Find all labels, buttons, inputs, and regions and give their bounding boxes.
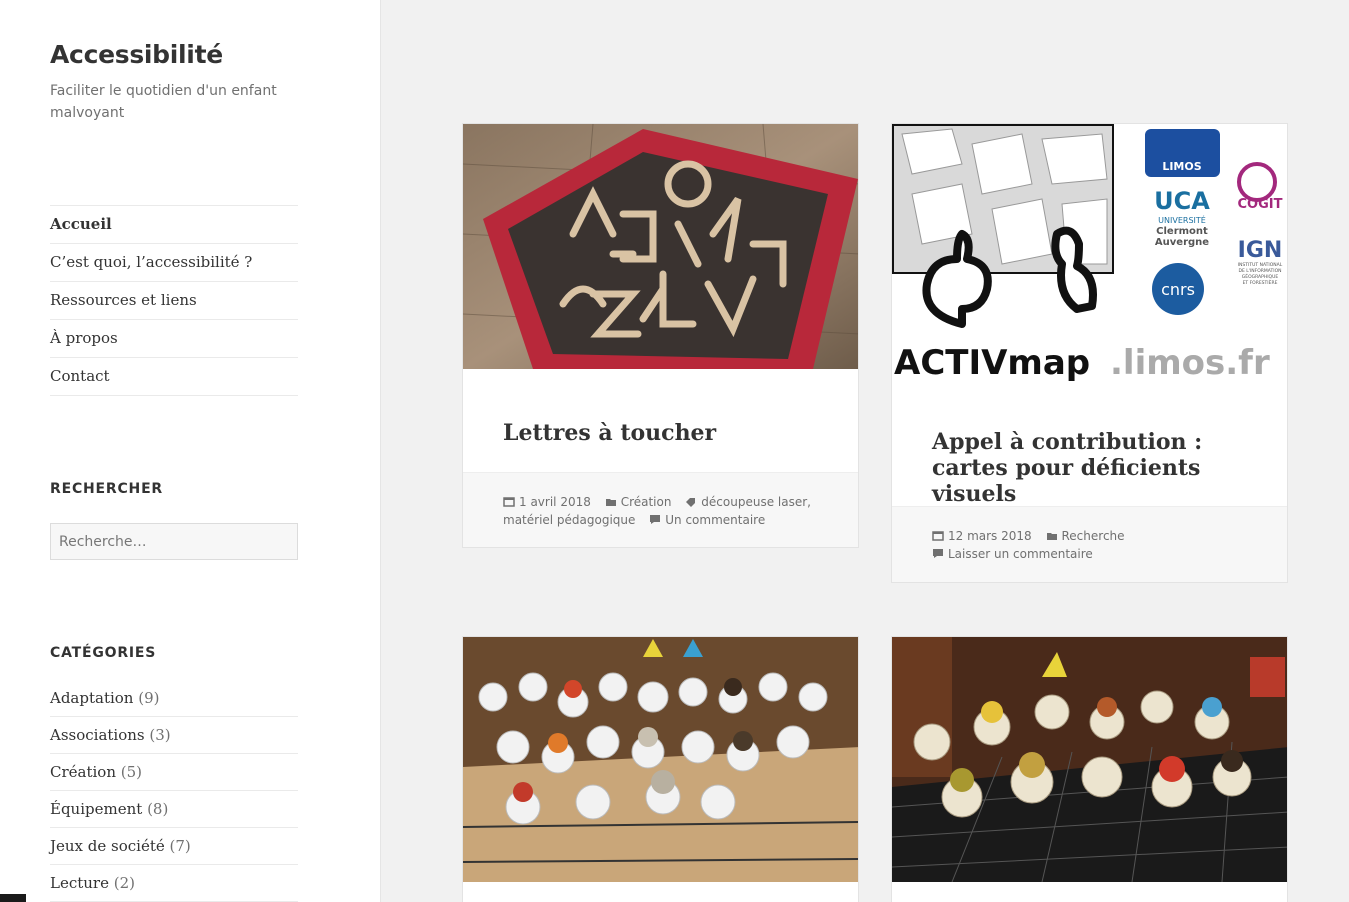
calendar-icon (932, 528, 944, 541)
category-count: (9) (138, 689, 160, 707)
post-tag[interactable]: matériel pédagogique (503, 513, 635, 527)
sidebar: Accessibilité Faciliter le quotidien d'u… (0, 0, 381, 902)
post-card (891, 636, 1288, 902)
category-count: (2) (113, 874, 136, 892)
main-navigation: Accueil C’est quoi, l’accessibilité ? Re… (50, 205, 298, 396)
post-title[interactable]: Lettres à toucher (503, 420, 818, 446)
nav-item-accessibilite[interactable]: C’est quoi, l’accessibilité ? (50, 244, 298, 282)
category-link-lecture[interactable]: Lecture (50, 874, 109, 892)
uca-text: UNIVERSITÉ (1158, 214, 1206, 225)
site-description: Faciliter le quotidien d'un enfant malvo… (50, 83, 277, 121)
category-item: Création (5) (50, 754, 298, 791)
folder-icon (1046, 528, 1058, 540)
brand-text: ACTIVmap (894, 343, 1090, 383)
nav-item-a-propos[interactable]: À propos (50, 320, 298, 358)
category-count: (5) (120, 763, 143, 781)
post-thumbnail[interactable] (463, 637, 858, 882)
category-list: Adaptation (9) Associations (3) Création… (50, 680, 298, 902)
post-card: Lettres à toucher 1 avril 2018 Création … (462, 123, 859, 548)
domain-text: .limos.fr (1110, 343, 1270, 383)
category-link-equipement[interactable]: Équipement (50, 800, 142, 818)
post-card (462, 636, 859, 902)
post-thumbnail[interactable] (892, 637, 1287, 882)
category-item: Jeux de société (7) (50, 828, 298, 865)
post-thumbnail[interactable]: ACTIVmap .limos.fr LIMOS UCA UNIVERSITÉ … (892, 124, 1287, 384)
post-title[interactable]: Appel à contribution : cartes pour défic… (932, 429, 1247, 507)
limos-logo-text: LIMOS (1162, 160, 1201, 173)
post-category[interactable]: Création (621, 495, 672, 509)
category-item: Associations (3) (50, 717, 298, 754)
post-tag[interactable]: découpeuse laser, (701, 495, 811, 509)
category-count: (7) (169, 837, 191, 855)
category-link-creation[interactable]: Création (50, 763, 116, 781)
nav-item-ressources[interactable]: Ressources et liens (50, 282, 298, 320)
activmap-image: ACTIVmap .limos.fr LIMOS UCA UNIVERSITÉ … (892, 124, 1287, 384)
uca-logo-text: UCA (1154, 187, 1210, 215)
tag-icon (685, 494, 697, 507)
comment-icon (932, 546, 944, 558)
uca-text-3: Auvergne (1155, 237, 1209, 248)
corner-toggle[interactable] (0, 894, 26, 902)
post-meta: 1 avril 2018 Création découpeuse laser, … (463, 472, 858, 547)
post-category[interactable]: Recherche (1062, 529, 1125, 543)
ign-logo-text: IGN (1238, 238, 1283, 263)
nav-item-contact[interactable]: Contact (50, 358, 298, 396)
cnrs-logo-text: cnrs (1161, 280, 1195, 299)
uca-text-2: Clermont (1156, 226, 1208, 237)
category-link-jeux[interactable]: Jeux de société (50, 837, 165, 855)
ign-text: INSTITUT NATIONAL (1238, 262, 1283, 268)
search-input[interactable] (51, 524, 297, 559)
categories-widget-title: CATÉGORIES (50, 645, 157, 661)
post-comments-link[interactable]: Un commentaire (665, 513, 765, 527)
post-thumbnail[interactable] (463, 124, 858, 369)
category-count: (8) (147, 800, 169, 818)
search-widget-title: RECHERCHER (50, 481, 164, 497)
category-item: Lecture (2) (50, 865, 298, 902)
cogit-logo-text: COGIT (1238, 197, 1283, 212)
nav-item-accueil[interactable]: Accueil (50, 206, 298, 244)
category-item: Équipement (8) (50, 791, 298, 828)
craft-figures-grid-image (892, 637, 1287, 882)
category-link-associations[interactable]: Associations (50, 726, 145, 744)
ign-text-2: DE L'INFORMATION (1238, 268, 1281, 274)
post-card: ACTIVmap .limos.fr LIMOS UCA UNIVERSITÉ … (891, 123, 1288, 583)
site-title[interactable]: Accessibilité (50, 40, 223, 69)
folder-icon (605, 494, 617, 506)
post-meta: 12 mars 2018 Recherche Laisser un commen… (892, 506, 1287, 582)
post-date[interactable]: 1 avril 2018 (519, 495, 591, 509)
category-link-adaptation[interactable]: Adaptation (50, 689, 133, 707)
craft-figures-image (463, 637, 858, 882)
post-date[interactable]: 12 mars 2018 (948, 529, 1032, 543)
category-count: (3) (149, 726, 171, 744)
category-item: Adaptation (9) (50, 680, 298, 717)
post-comments-link[interactable]: Laisser un commentaire (948, 547, 1093, 561)
wooden-letters-image (463, 124, 858, 369)
search-field-wrapper (50, 523, 298, 560)
calendar-icon (503, 494, 515, 507)
comment-icon (649, 512, 661, 524)
